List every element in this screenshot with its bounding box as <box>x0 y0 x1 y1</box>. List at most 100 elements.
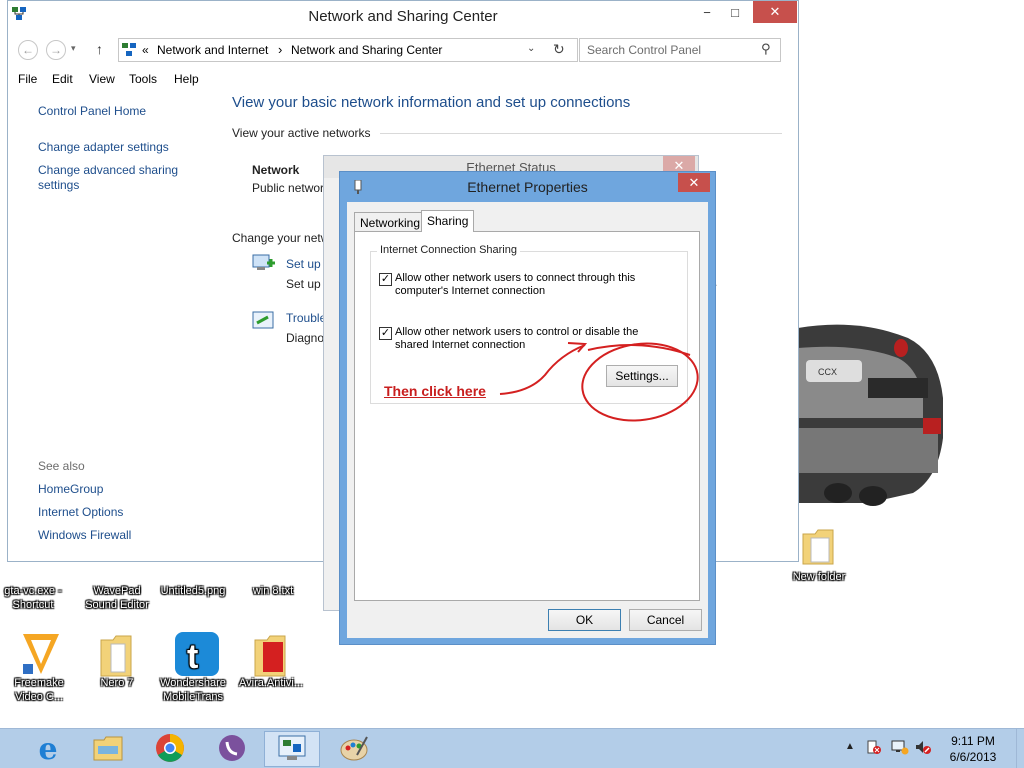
chrome-icon <box>155 733 185 766</box>
control-panel-icon <box>122 43 136 57</box>
title-bar[interactable]: Network and Sharing Center − □ ✕ <box>8 1 798 31</box>
change-adapter-settings-link[interactable]: Change adapter settings <box>38 140 169 155</box>
allow-control-checkbox[interactable]: ✓ <box>379 327 392 340</box>
desktop-icon-avira[interactable]: Avira.Antivi... <box>238 630 304 690</box>
taskbar-chrome[interactable] <box>142 731 198 767</box>
clock-date: 6/6/2013 <box>949 750 997 764</box>
desktop-icon-label: New folder <box>792 571 846 583</box>
breadcrumb-overflow[interactable]: « <box>142 43 149 57</box>
menu-bar: File Edit View Tools Help <box>8 69 798 89</box>
desktop-icon-label: Untitled5.png <box>160 585 226 597</box>
change-settings-heading: Change your netw <box>232 231 330 245</box>
network-type: Public networ <box>252 181 325 195</box>
breadcrumb-separator: › <box>278 42 283 57</box>
group-label: Internet Connection Sharing <box>377 244 520 256</box>
taskbar-control-panel[interactable] <box>264 731 320 767</box>
address-bar[interactable]: « Network and Internet › Network and Sha… <box>118 38 578 62</box>
close-button[interactable]: ✕ <box>753 1 797 23</box>
network-tray-icon[interactable] <box>891 739 909 755</box>
page-title: View your basic network information and … <box>232 94 631 111</box>
desktop-icon-label: Avira.Antivi... <box>239 677 303 689</box>
taskbar-clock[interactable]: 9:11 PM 6/6/2013 <box>938 733 1008 765</box>
menu-file[interactable]: File <box>18 72 37 86</box>
forward-arrow-icon: → <box>50 43 62 57</box>
settings-button[interactable]: Settings... <box>606 365 678 387</box>
desktop-icon-nero7[interactable]: Nero 7 <box>84 630 150 690</box>
maximize-button[interactable]: □ <box>721 1 749 23</box>
annotation-text: Then click here <box>384 383 486 399</box>
internet-options-link[interactable]: Internet Options <box>38 505 123 520</box>
troubleshoot-icon <box>252 311 276 333</box>
troubleshoot-link[interactable]: Trouble <box>286 311 326 325</box>
menu-view[interactable]: View <box>89 72 115 86</box>
desktop-icon-label: win 8.txt <box>252 585 294 597</box>
allow-control-label[interactable]: Allow other network users to control or … <box>395 326 645 352</box>
allow-connect-checkbox[interactable]: ✓ <box>379 273 392 286</box>
search-box[interactable]: Search Control Panel ⚲ <box>579 38 781 62</box>
internet-explorer-icon: e <box>38 731 58 767</box>
close-icon: ✕ <box>688 174 700 190</box>
recent-locations-button[interactable]: ▾ <box>71 43 76 54</box>
cancel-button[interactable]: Cancel <box>629 609 702 631</box>
search-icon[interactable]: ⚲ <box>761 41 771 57</box>
troubleshoot-desc: Diagno <box>286 331 325 345</box>
window-title: Network and Sharing Center <box>308 8 498 25</box>
network-name: Network <box>252 163 300 177</box>
properties-close-button[interactable]: ✕ <box>678 173 710 192</box>
menu-edit[interactable]: Edit <box>52 72 73 86</box>
car-wallpaper: CCX <box>798 324 943 506</box>
control-panel-home-link[interactable]: Control Panel Home <box>38 104 146 119</box>
ok-button[interactable]: OK <box>548 609 621 631</box>
avira-icon <box>251 630 291 677</box>
properties-title: Ethernet Properties <box>467 179 588 195</box>
menu-help[interactable]: Help <box>174 72 199 86</box>
internet-connection-sharing-group: Internet Connection Sharing ✓ Allow othe… <box>370 244 688 404</box>
up-button[interactable]: ↑ <box>96 41 103 57</box>
taskbar-ie[interactable]: e <box>20 731 76 767</box>
desktop-icon-label: gta-vc.exe - Shortcut <box>4 585 62 611</box>
chevron-down-icon: ▾ <box>71 43 76 53</box>
refresh-icon[interactable]: ↻ <box>553 41 565 58</box>
svg-text:t: t <box>187 638 198 676</box>
action-center-icon[interactable] <box>866 739 882 755</box>
taskbar-explorer[interactable] <box>80 731 136 767</box>
show-desktop-button[interactable] <box>1016 729 1024 768</box>
see-also-label: See also <box>38 459 85 473</box>
viber-icon <box>217 733 247 766</box>
desktop-icon-wondershare[interactable]: t Wondershare MobileTrans <box>160 630 226 704</box>
properties-title-bar[interactable]: Ethernet Properties ✕ <box>340 172 715 202</box>
freemake-icon <box>19 630 59 674</box>
desktop-icon-label: Nero 7 <box>100 677 134 689</box>
chevron-down-icon[interactable]: ⌄ <box>527 43 535 54</box>
desktop-icon-label: Wondershare MobileTrans <box>160 677 226 703</box>
desktop-icon-freemake[interactable]: Freemake Video C... <box>6 630 72 704</box>
change-advanced-sharing-link[interactable]: Change advanced sharing settings <box>38 163 198 193</box>
volume-muted-icon[interactable] <box>914 739 932 755</box>
breadcrumb-sharing-center[interactable]: Network and Sharing Center <box>291 43 442 57</box>
windows-firewall-link[interactable]: Windows Firewall <box>38 528 131 543</box>
breadcrumb-network-internet[interactable]: Network and Internet <box>157 43 268 57</box>
tab-sharing[interactable]: Sharing <box>421 210 475 232</box>
svg-text:CCX: CCX <box>818 367 837 377</box>
wondershare-icon: t <box>173 630 219 676</box>
taskbar-paint[interactable] <box>326 731 382 767</box>
forward-button[interactable]: → <box>46 40 66 60</box>
taskbar: e ▲ 9:11 PM 6/6/2013 <box>0 728 1024 768</box>
allow-connect-label[interactable]: Allow other network users to connect thr… <box>395 272 645 298</box>
active-networks-heading: View your active networks <box>232 126 371 140</box>
back-button[interactable]: ← <box>18 40 38 60</box>
homegroup-link[interactable]: HomeGroup <box>38 482 103 497</box>
clock-time: 9:11 PM <box>951 734 995 748</box>
desktop-icon-label: WavePad Sound Editor <box>85 585 149 611</box>
search-input[interactable]: Search Control Panel <box>587 43 701 57</box>
minimize-button[interactable]: − <box>693 1 721 23</box>
tab-networking[interactable]: Networking <box>354 212 427 232</box>
back-arrow-icon: ← <box>22 43 34 57</box>
taskbar-viber[interactable] <box>204 731 260 767</box>
desktop-icon-label: Freemake Video C... <box>14 677 64 703</box>
control-panel-icon <box>277 734 307 765</box>
show-hidden-icons-button[interactable]: ▲ <box>845 741 855 752</box>
file-explorer-icon <box>92 734 124 765</box>
menu-tools[interactable]: Tools <box>129 72 157 86</box>
folder-icon <box>799 524 839 568</box>
